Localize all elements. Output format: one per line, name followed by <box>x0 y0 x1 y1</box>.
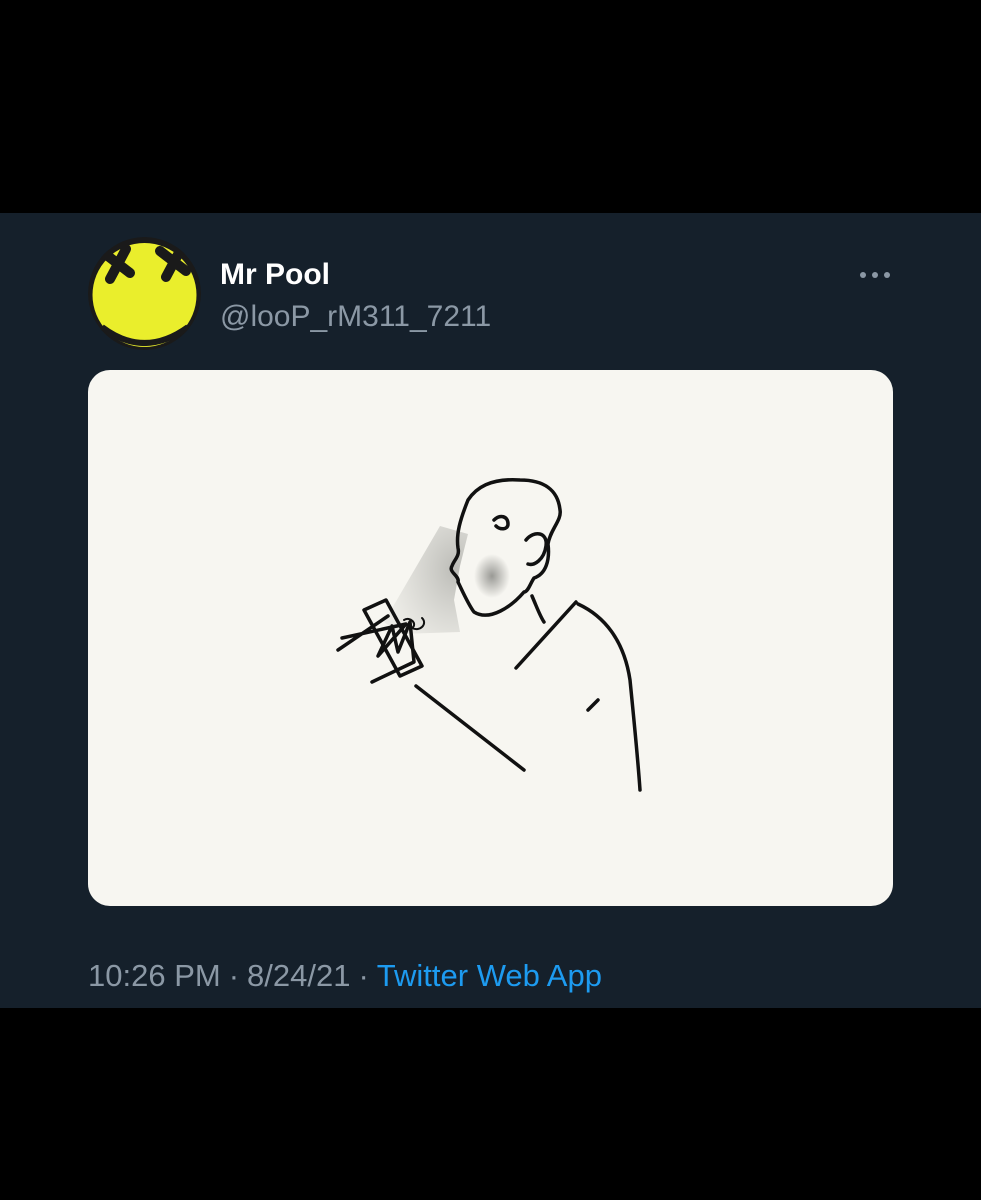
more-icon <box>860 272 890 278</box>
display-name[interactable]: Mr Pool <box>220 257 330 293</box>
separator: · <box>358 958 369 993</box>
more-options-button[interactable] <box>852 257 898 293</box>
tweet-card: Mr Pool @looP_rM311_7211 10:26 PM · 8/24… <box>0 213 981 1008</box>
tweet-time[interactable]: 10:26 PM <box>88 958 221 993</box>
tweet-source-link[interactable]: Twitter Web App <box>377 958 602 993</box>
user-handle[interactable]: @looP_rM311_7211 <box>220 299 491 335</box>
tweet-metadata: 10:26 PM · 8/24/21 · Twitter Web App <box>88 957 602 995</box>
smiley-avatar-icon <box>88 237 201 350</box>
tweet-date[interactable]: 8/24/21 <box>247 958 350 993</box>
tweet-image[interactable] <box>88 370 893 906</box>
person-looking-at-phone-illustration <box>336 478 642 792</box>
avatar[interactable] <box>88 237 201 350</box>
separator: · <box>228 958 240 993</box>
